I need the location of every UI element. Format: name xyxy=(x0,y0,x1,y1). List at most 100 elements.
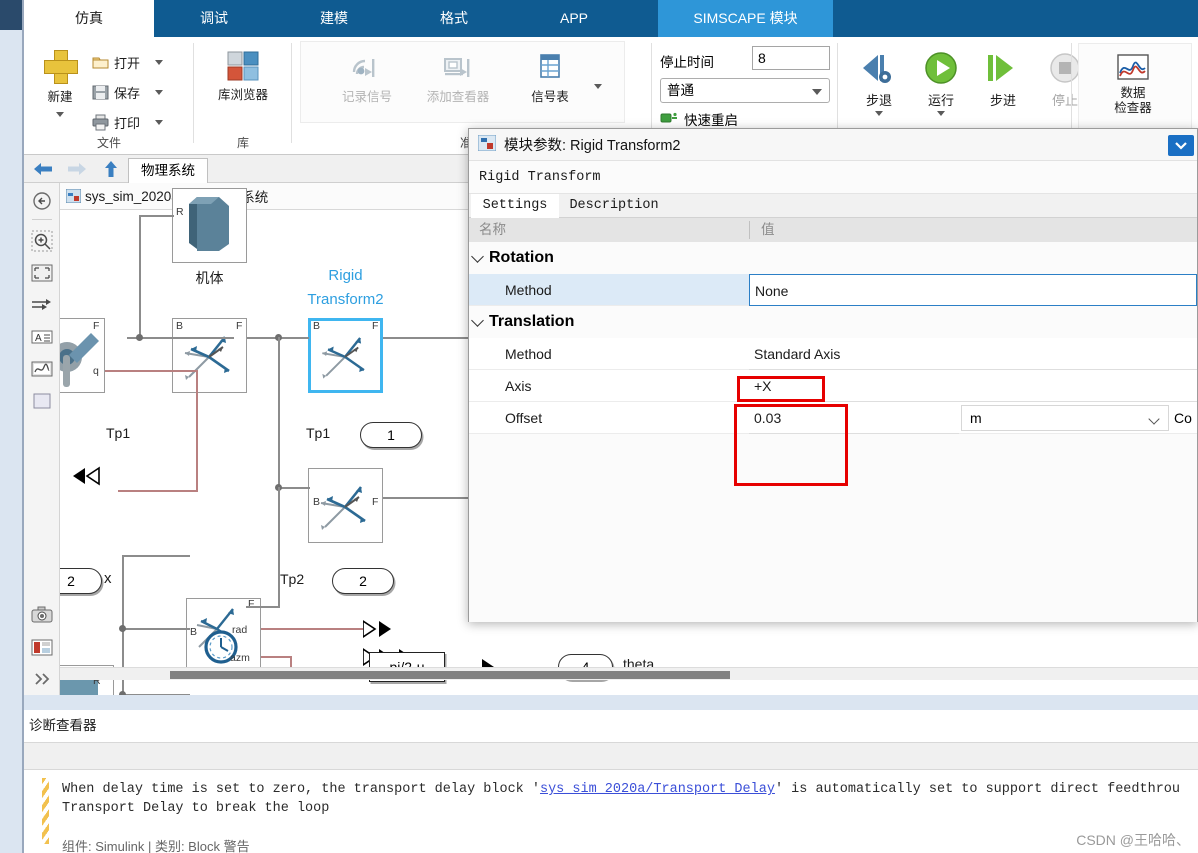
fast-restart-toggle[interactable]: 快速重启 xyxy=(660,109,738,129)
port-label-B-sensor: B xyxy=(190,626,198,638)
block-body-label: 机体 xyxy=(195,270,224,286)
param-offset-unit-select[interactable]: m xyxy=(961,405,1169,431)
run-button[interactable]: 运行 xyxy=(910,51,972,116)
tab-modeling-label: 建模 xyxy=(320,10,348,26)
tab-modeling[interactable]: 建模 xyxy=(274,0,394,37)
fit-to-view-icon[interactable] xyxy=(30,261,54,285)
param-row-rotation-method[interactable]: Method None xyxy=(469,274,1197,306)
canvas-scrollbar-thumb[interactable] xyxy=(170,671,730,679)
navigate-back-icon[interactable] xyxy=(30,189,54,213)
dialog-tab-description-label: Description xyxy=(569,198,659,213)
plus-icon xyxy=(43,49,78,84)
log-signal-button[interactable]: 记录信号 xyxy=(325,51,409,105)
param-axis-value[interactable]: +X xyxy=(749,370,1197,402)
forward-arrow-icon[interactable] xyxy=(66,160,88,178)
open-chevron-down-icon[interactable] xyxy=(155,59,164,65)
param-row-axis[interactable]: Axis +X xyxy=(469,370,1197,402)
warning-block-link[interactable]: sys_sim_2020a/Transport Delay xyxy=(540,782,775,797)
signal-table-button[interactable]: 信号表 xyxy=(508,51,592,105)
param-translation-method-value[interactable]: Standard Axis xyxy=(749,338,1197,370)
group-translation[interactable]: Translation xyxy=(469,306,1197,338)
tab-simulation[interactable]: 仿真 xyxy=(24,0,154,37)
nav-tab-physical-system[interactable]: 物理系统 xyxy=(128,158,208,183)
dialog-parameter-grid: Rotation Method None Translation Method … xyxy=(469,242,1197,622)
run-chevron-down-icon[interactable] xyxy=(937,111,945,116)
terminal-Tp2[interactable]: 2 xyxy=(332,568,394,594)
step-back-chevron-down-icon[interactable] xyxy=(875,111,883,116)
param-translation-method-label: Method xyxy=(505,346,552,362)
wire-x-top xyxy=(122,555,190,557)
tab-apps[interactable]: APP xyxy=(514,0,634,37)
dialog-title-text: 模块参数: Rigid Transform2 xyxy=(504,138,681,154)
save-button-label: 保存 xyxy=(114,85,141,101)
diagnostic-viewer-toolbar[interactable] xyxy=(24,742,1198,770)
sidebar-divider xyxy=(32,219,52,220)
port-label-q: q xyxy=(93,365,99,377)
chevron-down-icon xyxy=(1148,413,1160,425)
group-rotation[interactable]: Rotation xyxy=(469,242,1197,274)
data-inspector-button[interactable]: 数据 检查器 xyxy=(1102,53,1164,116)
data-inspector-label-line2: 检查器 xyxy=(1114,101,1152,115)
breadcrumb-root[interactable]: sys_sim_2020a xyxy=(85,189,179,204)
data-inspector-label-line1: 数据 xyxy=(1120,86,1146,100)
param-rotation-method-value[interactable]: None xyxy=(749,274,1197,306)
warning-text-line2: Transport Delay to break the loop xyxy=(62,801,330,816)
zoom-in-icon[interactable] xyxy=(30,229,54,253)
library-browser-button[interactable]: 库浏览器 xyxy=(215,51,271,103)
column-header-name: 名称 xyxy=(479,222,506,237)
terminal-partial-2[interactable]: 2 xyxy=(60,568,102,594)
wire-q-2 xyxy=(196,370,198,490)
wire-to-rt3 xyxy=(278,487,310,489)
param-row-offset[interactable]: Offset 0.03 m Co xyxy=(469,402,1197,434)
tab-simscape-block[interactable]: SIMSCAPE 模块 xyxy=(658,0,833,37)
scope-icon[interactable] xyxy=(30,357,54,381)
open-button[interactable]: 打开 xyxy=(92,49,164,75)
dialog-tab-settings[interactable]: Settings xyxy=(471,194,559,218)
dialog-help-button[interactable] xyxy=(1168,135,1194,156)
tab-debug[interactable]: 调试 xyxy=(154,0,274,37)
up-arrow-icon[interactable] xyxy=(100,160,122,178)
tab-format[interactable]: 格式 xyxy=(394,0,514,37)
signal-direction-icon[interactable] xyxy=(30,293,54,317)
terminal-Tp2-label: Tp2 xyxy=(280,571,305,587)
param-row-translation-method[interactable]: Method Standard Axis xyxy=(469,338,1197,370)
terminal-Tp1[interactable]: 1 xyxy=(360,422,422,448)
save-chevron-down-icon[interactable] xyxy=(155,89,164,95)
wire-q-1 xyxy=(105,370,197,372)
save-button[interactable]: 保存 xyxy=(92,79,164,105)
new-subsystem-icon[interactable] xyxy=(30,389,54,413)
tab-apps-label: APP xyxy=(559,10,588,26)
annotation-icon[interactable]: A xyxy=(30,325,54,349)
left-chrome-strip xyxy=(0,0,22,853)
block-parameters-dialog: 模块参数: Rigid Transform2 Rigid Transform S… xyxy=(468,128,1198,622)
output-port-arrow-3[interactable] xyxy=(362,618,411,640)
print-chevron-down-icon[interactable] xyxy=(155,119,164,125)
column-header-value: 值 xyxy=(761,222,775,237)
step-back-button[interactable]: 步退 xyxy=(848,51,910,116)
model-icon xyxy=(65,188,82,204)
new-button[interactable]: 新建 xyxy=(32,49,88,120)
canvas-horizontal-scrollbar[interactable] xyxy=(60,667,1198,680)
block-body[interactable] xyxy=(172,188,247,263)
chevron-down-icon xyxy=(594,84,602,89)
watermark: CSDN @王哈哈、 xyxy=(1076,830,1190,850)
property-inspector-icon[interactable] xyxy=(30,635,54,659)
simulation-mode-select[interactable]: 普通 xyxy=(660,78,830,103)
param-offset-value[interactable]: 0.03 xyxy=(749,402,959,434)
stop-time-input[interactable]: 8 xyxy=(752,46,830,70)
prepare-overflow-button[interactable] xyxy=(594,77,602,92)
chevron-down-icon[interactable] xyxy=(56,112,64,117)
input-port-arrow-left[interactable] xyxy=(60,465,115,487)
step-forward-button[interactable]: 步进 xyxy=(972,51,1034,109)
terminal-Tp1-label: Tp1 xyxy=(106,425,131,441)
run-label: 运行 xyxy=(927,93,954,108)
tab-format-label: 格式 xyxy=(440,10,468,26)
dialog-tab-description[interactable]: Description xyxy=(559,194,669,218)
camera-snapshot-icon[interactable] xyxy=(30,603,54,627)
port-label-R: R xyxy=(176,206,184,218)
expand-more-icon[interactable] xyxy=(30,667,54,691)
back-arrow-icon[interactable] xyxy=(32,160,54,178)
print-button[interactable]: 打印 xyxy=(92,109,164,135)
add-viewer-button[interactable]: 添加查看器 xyxy=(416,51,500,105)
dialog-column-header: 名称 值 xyxy=(469,218,1197,242)
